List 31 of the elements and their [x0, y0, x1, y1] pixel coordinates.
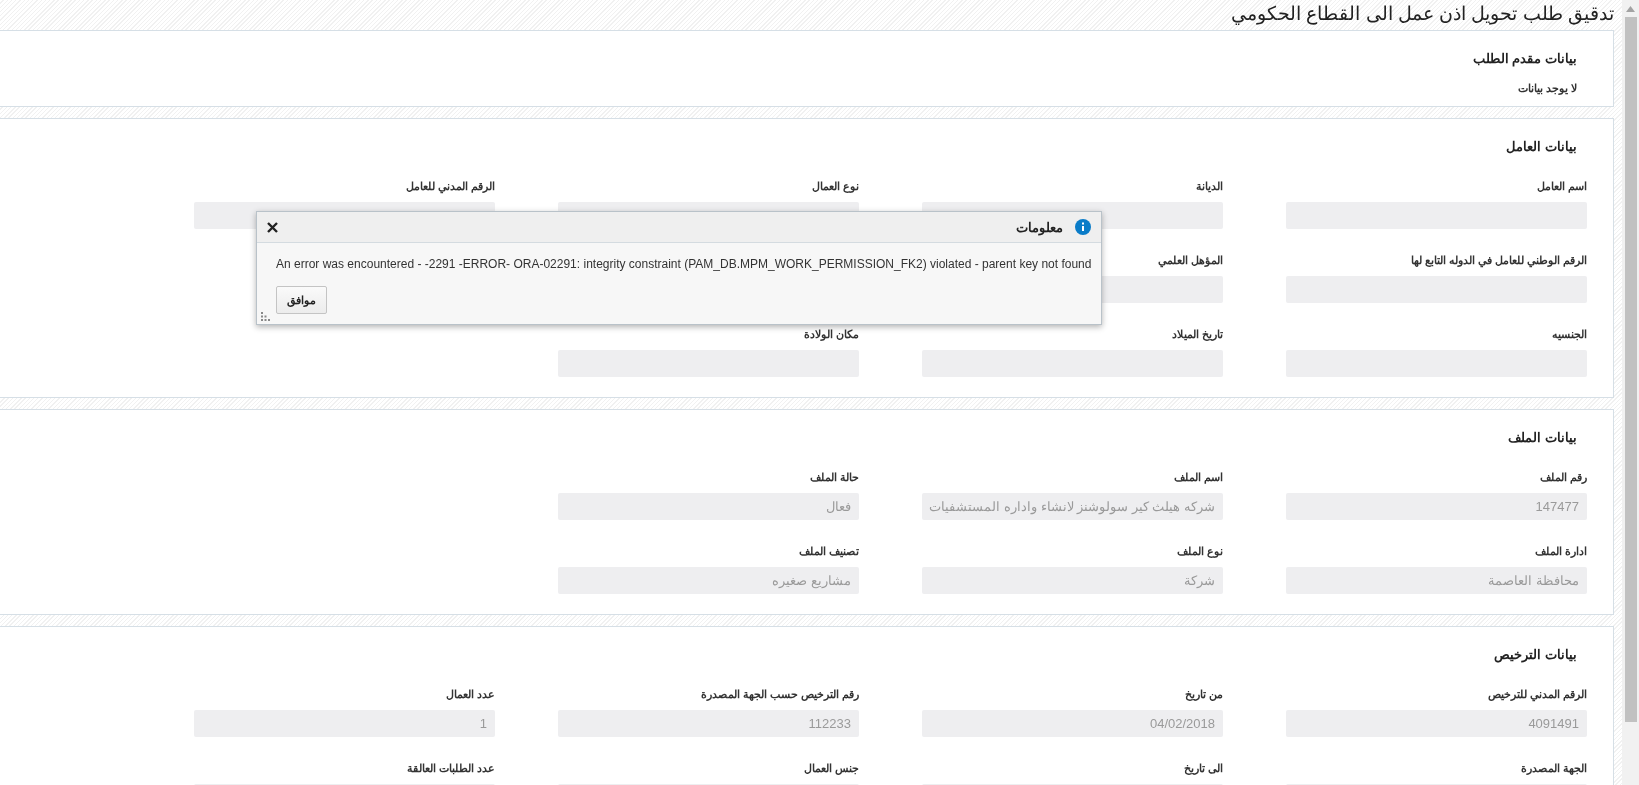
field-label: الى تاريخ [1183, 761, 1223, 775]
field-label: من تاريخ [1184, 687, 1223, 701]
page-title: تدقيق طلب تحويل اذن عمل الى القطاع الحكومي [1231, 2, 1614, 27]
field-label: الرقم الوطني للعامل في الدوله التابع لها [1410, 253, 1587, 267]
field-label: الرقم المدني للترخيص [1487, 687, 1587, 701]
field-label: الرقم المدني للعامل [405, 179, 495, 193]
no-data-text: لا يوجد بيانات [1517, 81, 1577, 95]
field-label: ادارة الملف [1534, 544, 1587, 558]
field-label: نوع الملف [1176, 544, 1223, 558]
field-label: الديانة [1196, 179, 1223, 193]
field-label: اسم الملف [1173, 470, 1223, 484]
field-label: المؤهل العلمي [1157, 253, 1223, 267]
error-message: An error was encountered - -2291 -ERROR- ORA-02291: integrity constraint (PAM_DB.MPM_WORK_PERMISSION_FK2) violated - parent key not found [276, 257, 1092, 271]
field-label: اسم العامل [1536, 179, 1587, 193]
field-label: الجنسيه [1552, 327, 1587, 341]
field-label: الجهة المصدرة [1520, 761, 1587, 775]
field-label: عدد الطلبات العالقة [406, 761, 495, 775]
field-label: مكان الولادة [803, 327, 859, 341]
section-heading: بيانات العامل [1506, 139, 1577, 155]
field-label: حالة الملف [809, 470, 859, 484]
field-label: رقم الترخيص حسب الجهة المصدرة [700, 687, 859, 701]
section-heading: بيانات الترخيص [1494, 647, 1577, 663]
field-label: نوع العمال [811, 179, 859, 193]
dialog-title: معلومات [1016, 219, 1063, 235]
section-heading: بيانات مقدم الطلب [1472, 51, 1577, 67]
field-label: رقم الملف [1539, 470, 1587, 484]
field-label: تصنيف الملف [798, 544, 859, 558]
field-label: تاريخ الميلاد [1171, 327, 1223, 341]
section-heading: بيانات الملف [1508, 430, 1577, 446]
field-label: عدد العمال [445, 687, 495, 701]
field-label: جنس العمال [803, 761, 859, 775]
